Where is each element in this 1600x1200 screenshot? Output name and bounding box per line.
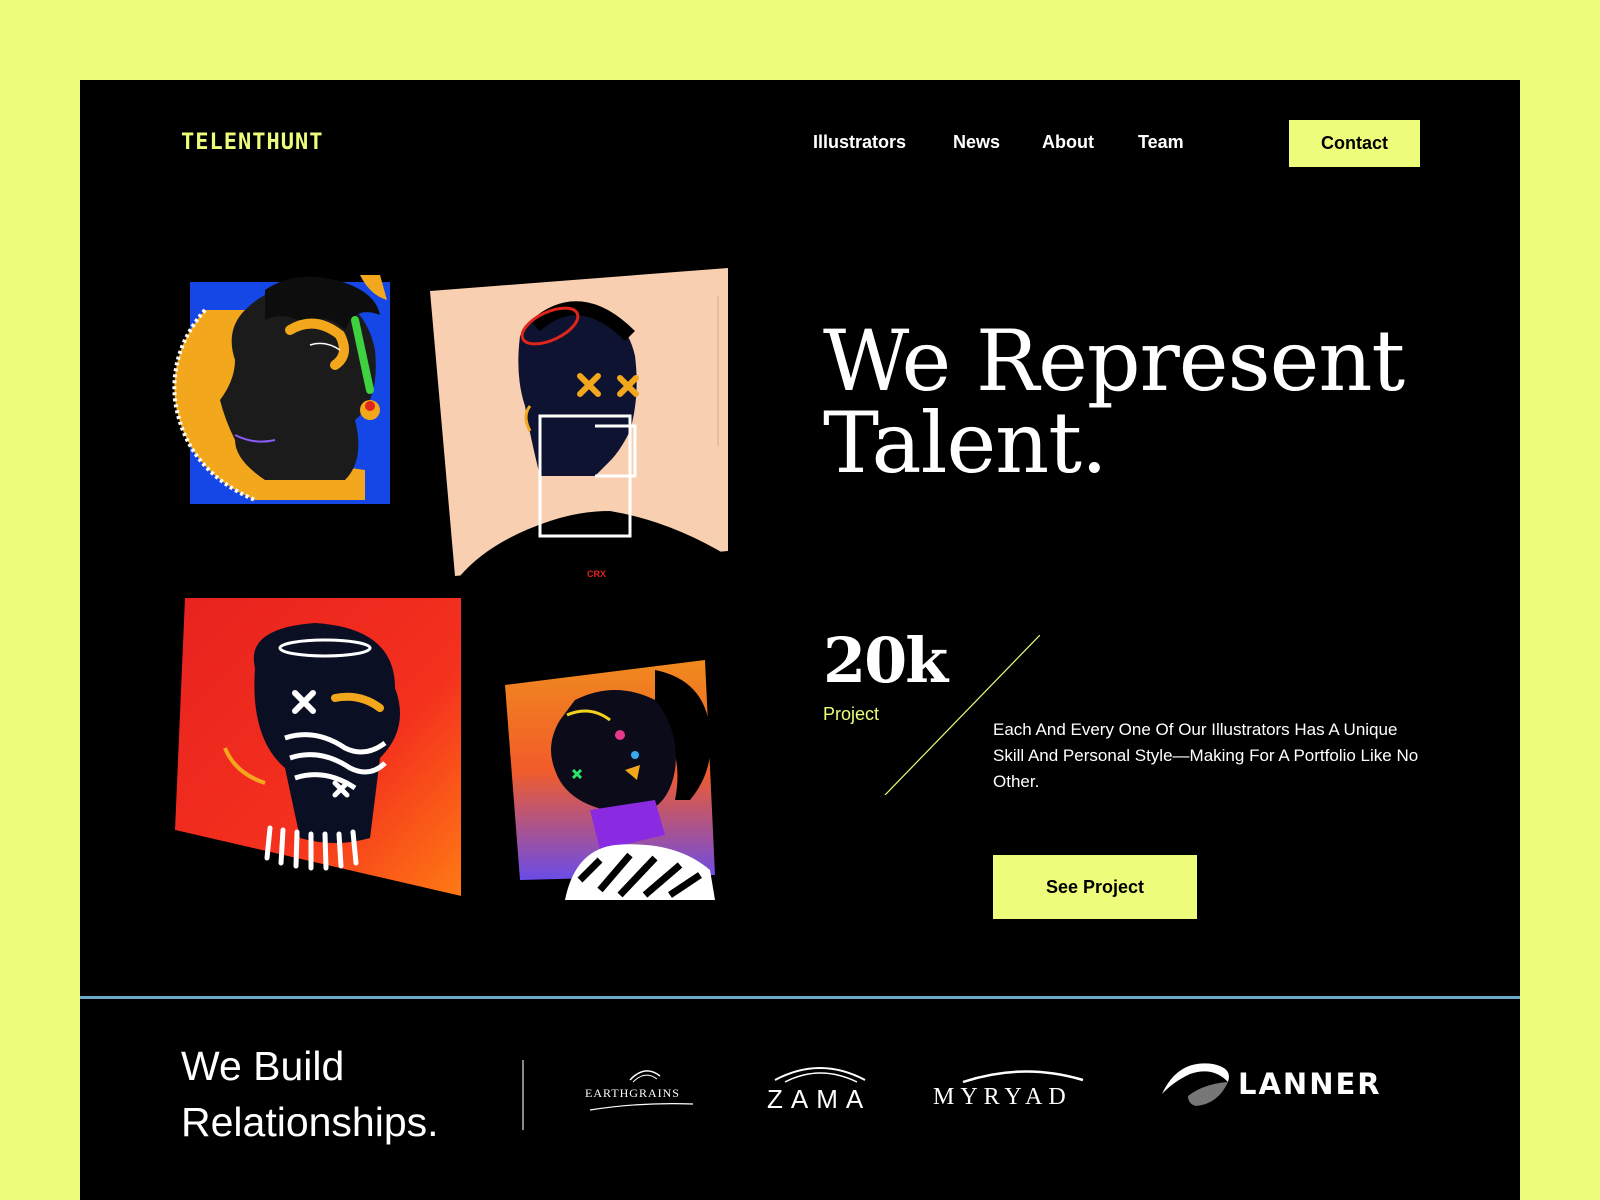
- client-name: LANNER: [1238, 1067, 1382, 1101]
- client-logo-earthgrains: EARTHGRAINS: [585, 1062, 700, 1122]
- hero-title: We Represent Talent.: [823, 312, 1405, 492]
- client-logo-myryad: MYRYAD: [933, 1060, 1098, 1120]
- brand-logo[interactable]: TELENTHUNT: [181, 130, 323, 155]
- vertical-separator: [522, 1060, 524, 1130]
- client-name: EARTHGRAINS: [585, 1086, 680, 1100]
- artwork-portrait-sketch: [430, 266, 730, 586]
- artwork-portrait-gradient: [505, 660, 725, 900]
- nav-item-about[interactable]: About: [1042, 132, 1094, 153]
- client-name: ZAMA: [767, 1084, 872, 1114]
- section-divider: [80, 996, 1520, 999]
- relationships-title: We Build Relationships.: [181, 1043, 439, 1145]
- stat-label: Project: [823, 704, 880, 724]
- nav-item-news[interactable]: News: [953, 132, 1000, 153]
- artwork-caption: CRX: [587, 569, 607, 579]
- artwork-portrait-profile: [165, 270, 395, 515]
- contact-button[interactable]: Contact: [1289, 120, 1420, 167]
- artwork-portrait-pattern: [175, 598, 475, 908]
- page-frame: TELENTHUNT Illustrators News About Team …: [80, 80, 1520, 1200]
- hero-description: Each And Every One Of Our Illustrators H…: [993, 720, 1419, 791]
- nav-item-team[interactable]: Team: [1138, 132, 1184, 153]
- nav-item-illustrators[interactable]: Illustrators: [813, 132, 906, 153]
- lanner-swirl-icon: [1162, 1063, 1229, 1106]
- client-name: MYRYAD: [933, 1084, 1072, 1110]
- client-logo-zama: ZAMA: [765, 1058, 885, 1118]
- see-project-button[interactable]: See Project: [993, 855, 1197, 919]
- client-logo-lanner: LANNER: [1158, 1054, 1458, 1114]
